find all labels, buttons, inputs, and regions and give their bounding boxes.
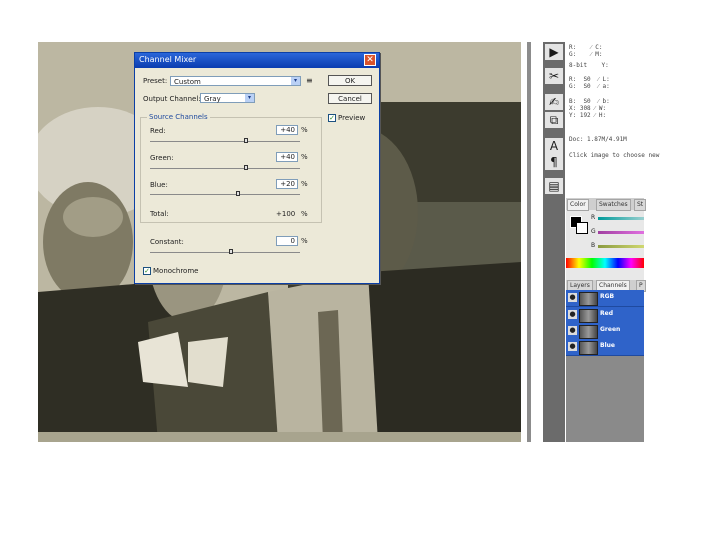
constant-slider-knob[interactable] [229, 249, 233, 254]
chevron-down-icon[interactable]: ▾ [245, 94, 254, 102]
color-g-label: G [591, 228, 596, 235]
color-b-slider[interactable] [598, 245, 644, 248]
brush-tool-icon[interactable]: ✍ [545, 94, 563, 110]
color-r-label: R [591, 214, 596, 221]
tab-swatches[interactable]: Swatches [596, 199, 631, 211]
paragraph-tool-icon[interactable]: ¶ [545, 154, 563, 170]
channel-thumbnail [579, 292, 598, 306]
channel-thumbnail [579, 309, 598, 323]
info-row-6: B: S0 ⁄ b: [569, 98, 610, 105]
visibility-eye-icon[interactable]: ● [568, 342, 577, 351]
monochrome-checkbox[interactable]: ✓ [143, 267, 151, 275]
color-g-slider[interactable] [598, 231, 644, 234]
output-channel-select[interactable]: Gray ▾ [200, 93, 255, 103]
channel-label: Green [600, 326, 621, 333]
constant-value-input[interactable]: 0 [276, 236, 298, 246]
color-spectrum-bar[interactable] [566, 258, 644, 268]
color-r-slider[interactable] [598, 217, 644, 220]
preview-checkbox[interactable]: ✓ [328, 114, 336, 122]
channel-row-blue[interactable]: ● Blue [566, 339, 644, 356]
info-panel: R: ⁄ C: G: ⁄ M: 8-bit Y: R: S0 ⁄ L: G: S… [566, 42, 659, 200]
channel-label: RGB [600, 293, 615, 300]
info-row-2: G: ⁄ M: [569, 51, 603, 58]
dialog-titlebar[interactable]: Channel Mixer ✕ [135, 53, 379, 68]
total-label: Total: [150, 210, 169, 218]
channel-row-green[interactable]: ● Green [566, 323, 644, 340]
blue-value-input[interactable]: +20 [276, 179, 298, 189]
green-value-input[interactable]: +40 [276, 152, 298, 162]
info-row-1: R: ⁄ C: [569, 44, 603, 51]
preset-label: Preset: [143, 77, 168, 85]
crop-tool-icon[interactable]: ✂ [545, 68, 563, 84]
red-label: Red: [150, 127, 166, 135]
chevron-down-icon[interactable]: ▾ [291, 77, 300, 85]
red-value-input[interactable]: +40 [276, 125, 298, 135]
canvas-edge-line [527, 42, 531, 442]
tab-styles[interactable]: St [634, 199, 647, 211]
type-tool-icon[interactable]: A [545, 138, 563, 154]
stamp-tool-icon[interactable]: ⧉ [545, 112, 563, 128]
tools-panel: ▶ ✂ ✍ ⧉ A ¶ ▤ [543, 42, 565, 442]
color-b-label: B [591, 242, 596, 249]
cancel-button[interactable]: Cancel [328, 93, 372, 104]
preset-menu-icon[interactable]: ≡ [306, 76, 313, 85]
visibility-eye-icon[interactable]: ● [568, 310, 577, 319]
channel-row-red[interactable]: ● Red [566, 307, 644, 324]
info-row-3: 8-bit Y: [569, 62, 609, 69]
source-channels-label: Source Channels [147, 113, 210, 121]
red-percent: % [301, 126, 308, 134]
blue-slider-track[interactable] [150, 194, 300, 195]
red-slider-knob[interactable] [244, 138, 248, 143]
notes-tool-icon[interactable]: ▤ [545, 178, 563, 194]
channels-panel: Layers Channels P ● RGB ● Red ● Green ● … [566, 280, 646, 442]
channel-thumbnail [579, 325, 598, 339]
constant-percent: % [301, 237, 308, 245]
dialog-title: Channel Mixer [139, 55, 197, 64]
channel-thumbnail [579, 341, 598, 355]
tab-color[interactable]: Color [567, 199, 589, 211]
channel-row-rgb[interactable]: ● RGB [566, 290, 644, 307]
info-hint: Click image to choose new [569, 152, 660, 159]
info-row-8: Y: 192 ⁄ H: [569, 112, 607, 119]
red-slider-track[interactable] [150, 141, 300, 142]
close-button[interactable]: ✕ [364, 54, 376, 66]
visibility-eye-icon[interactable]: ● [568, 326, 577, 335]
blue-slider-knob[interactable] [236, 191, 240, 196]
background-color-swatch[interactable] [576, 222, 588, 234]
preset-value: Custom [174, 78, 201, 86]
move-tool-icon[interactable]: ▶ [545, 44, 563, 60]
canvas-scroll-edge [521, 42, 531, 442]
channel-label: Blue [600, 342, 615, 349]
constant-slider-track[interactable] [150, 252, 300, 253]
channel-mixer-dialog: Channel Mixer ✕ Preset: Custom ▾ ≡ Outpu… [134, 52, 380, 284]
preset-select[interactable]: Custom ▾ [170, 76, 301, 86]
preview-label: Preview [338, 114, 366, 122]
green-slider-track[interactable] [150, 168, 300, 169]
info-row-5: G: S0 ⁄ a: [569, 83, 610, 90]
blue-percent: % [301, 180, 308, 188]
visibility-eye-icon[interactable]: ● [568, 293, 577, 302]
info-doc-size: Doc: 1.87M/4.91M [569, 136, 627, 143]
constant-label: Constant: [150, 238, 184, 246]
total-value: +100 [276, 210, 296, 218]
green-percent: % [301, 153, 308, 161]
color-panel-tabbar: Color Swatches St [566, 198, 647, 211]
green-slider-knob[interactable] [244, 165, 248, 170]
output-channel-value: Gray [204, 95, 221, 103]
output-channel-label: Output Channel: [143, 95, 201, 103]
monochrome-label: Monochrome [153, 267, 199, 275]
color-panel: Color Swatches St R G B [566, 198, 647, 280]
green-label: Green: [150, 154, 174, 162]
ok-button[interactable]: OK [328, 75, 372, 86]
blue-label: Blue: [150, 181, 168, 189]
info-row-4: R: S0 ⁄ L: [569, 76, 610, 83]
total-percent: % [301, 210, 308, 218]
info-row-7: X: 308 ⁄ W: [569, 105, 607, 112]
channel-label: Red [600, 310, 613, 317]
channels-tabbar: Layers Channels P [566, 280, 646, 292]
